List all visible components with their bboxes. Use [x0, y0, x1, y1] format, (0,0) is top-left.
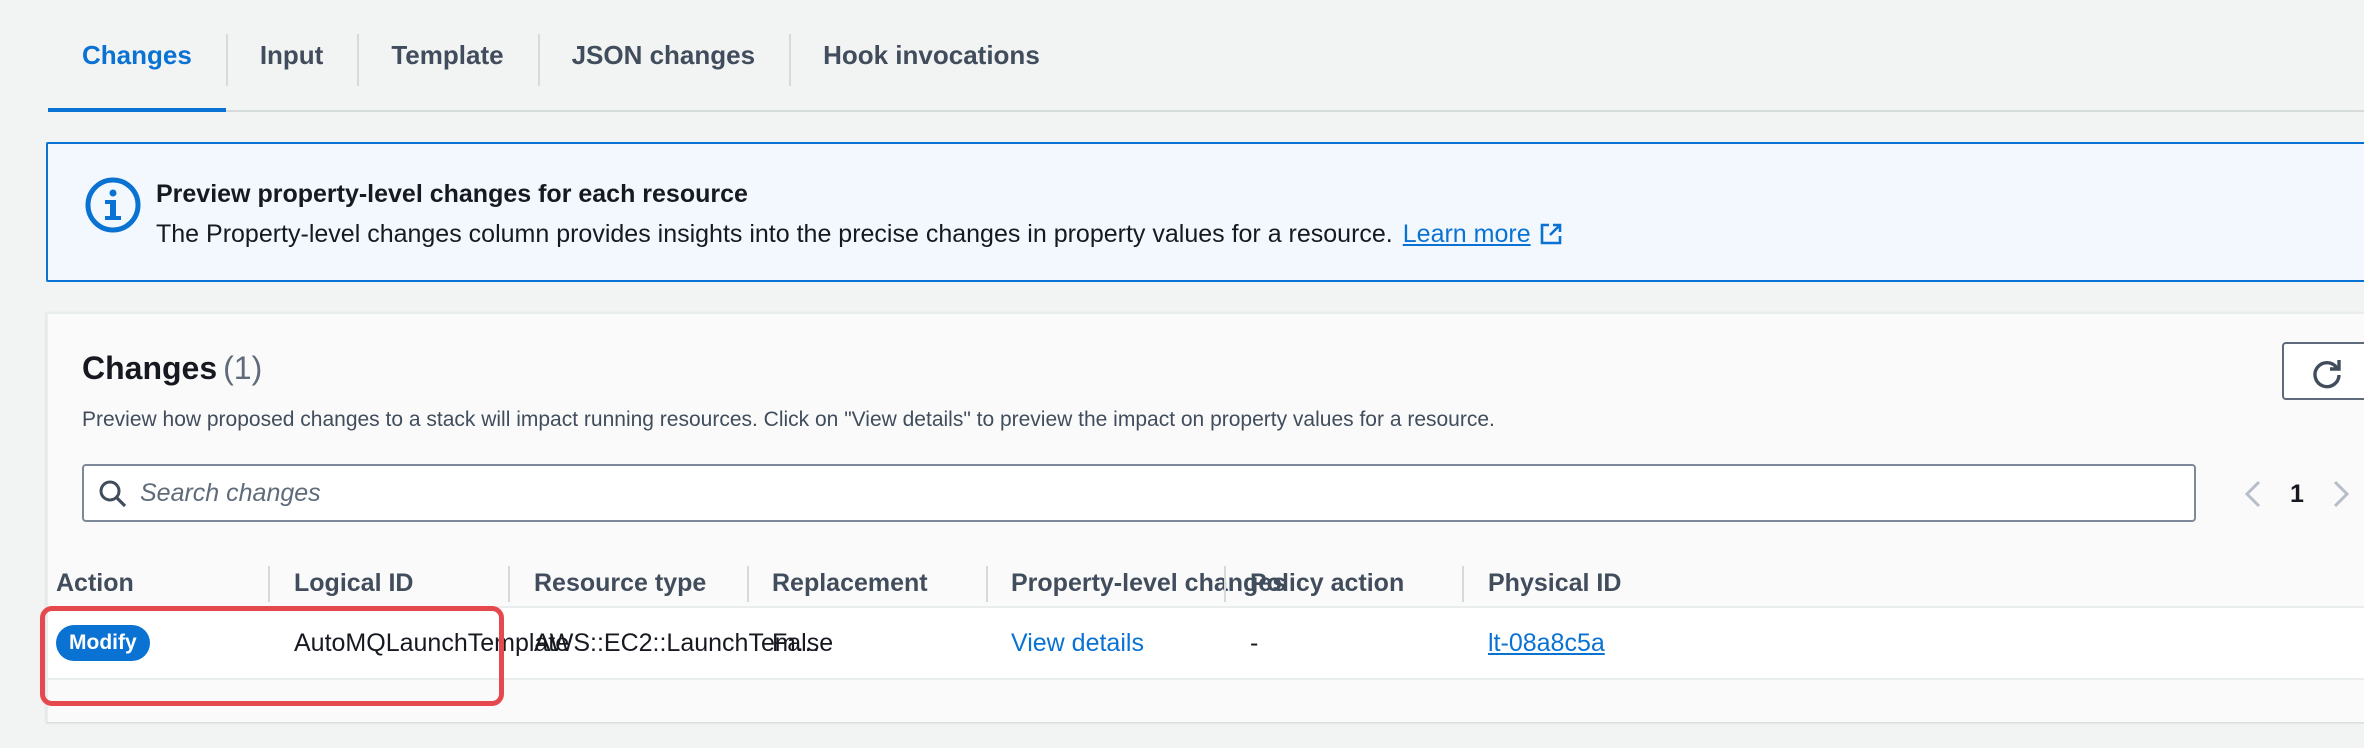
panel-title-text: Changes [82, 350, 218, 386]
previous-page-button[interactable] [2238, 476, 2268, 512]
next-page-button[interactable] [2326, 476, 2356, 512]
cell-replacement: False [772, 628, 834, 657]
tab-bar: Changes Input Template JSON changes Hook… [48, 0, 2364, 112]
column-header-logical-id[interactable]: Logical ID [294, 560, 413, 606]
info-icon [85, 177, 141, 233]
panel-title: Changes (1) [82, 350, 262, 387]
banner-title: Preview property-level changes for each … [156, 180, 748, 208]
external-link-icon [1540, 223, 1561, 245]
chevron-left-icon [2244, 480, 2261, 508]
search-field [82, 464, 2196, 522]
table-header: Action Logical ID Resource type Replacem… [48, 560, 2364, 608]
column-resizer[interactable] [1462, 566, 1464, 602]
learn-more-link[interactable]: Learn more [1403, 220, 1563, 248]
banner-text: The Property-level changes column provid… [156, 220, 1563, 249]
cell-physical-id: lt-08a8c5a [1488, 608, 1605, 678]
column-resizer[interactable] [268, 566, 270, 602]
tab-template[interactable]: Template [357, 0, 537, 110]
pagination: 1 [2238, 476, 2356, 512]
column-header-physical-id[interactable]: Physical ID [1488, 560, 1621, 606]
info-banner: Preview property-level changes for each … [46, 142, 2364, 282]
panel-count: (1) [223, 350, 263, 386]
refresh-button[interactable] [2282, 342, 2364, 400]
current-page[interactable]: 1 [2290, 480, 2304, 509]
column-resizer[interactable] [508, 566, 510, 602]
view-details-link[interactable]: View details [1011, 629, 1144, 658]
tab-json-changes[interactable]: JSON changes [537, 0, 790, 110]
refresh-icon [2313, 360, 2341, 389]
physical-id-link[interactable]: lt-08a8c5a [1488, 629, 1605, 658]
cell-policy-action: - [1250, 628, 1259, 657]
panel-description: Preview how proposed changes to a stack … [82, 408, 1495, 431]
tab-hook-invocations[interactable]: Hook invocations [789, 0, 1074, 110]
column-resizer[interactable] [747, 566, 749, 602]
search-icon [99, 480, 127, 508]
column-header-replacement[interactable]: Replacement [772, 560, 928, 606]
banner-description: The Property-level changes column provid… [156, 220, 1393, 248]
tab-changes[interactable]: Changes [48, 0, 226, 112]
learn-more-label: Learn more [1402, 220, 1531, 248]
column-header-property-level-changes[interactable]: Property-level changes [1011, 560, 1286, 606]
column-header-policy-action[interactable]: Policy action [1250, 560, 1404, 606]
tab-input[interactable]: Input [225, 0, 358, 110]
column-header-action[interactable]: Action [56, 560, 134, 606]
cell-property-level-changes: View details [1011, 608, 1144, 678]
column-resizer[interactable] [986, 566, 988, 602]
chevron-right-icon [2333, 480, 2350, 508]
annotation-highlight-box [40, 606, 504, 706]
column-resizer[interactable] [1224, 566, 1226, 602]
column-header-resource-type[interactable]: Resource type [534, 560, 706, 606]
search-input[interactable] [140, 466, 2180, 520]
